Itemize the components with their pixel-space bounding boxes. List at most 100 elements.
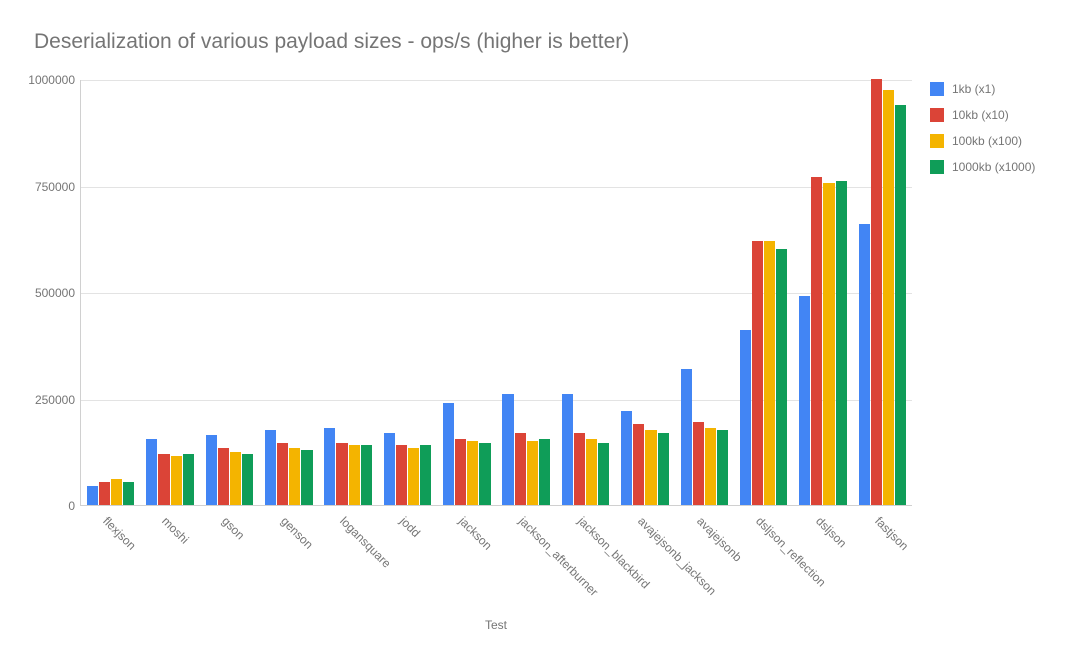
category-slot [140,80,199,505]
x-tick-label: jackson [456,514,495,553]
bar [693,422,704,505]
bar [277,443,288,505]
bar-group [146,80,194,505]
bar [206,435,217,505]
category-slot [318,80,377,505]
x-tick-label: moshi [159,514,192,547]
legend: 1kb (x1) 10kb (x10) 100kb (x100) 1000kb (x1… [930,76,1035,180]
bar [146,439,157,505]
bar [645,430,656,505]
bar [836,181,847,505]
category-slot [81,80,140,505]
y-tick-label: 0 [68,499,81,513]
legend-label: 100kb (x100) [952,134,1022,148]
bar [527,441,538,505]
y-tick-label: 250000 [35,393,81,407]
bar-group [502,80,550,505]
category-slot [615,80,674,505]
bar [111,479,122,505]
bar [158,454,169,505]
bar [799,296,810,505]
plot-area: 02500005000007500001000000 [80,80,912,506]
category-slot [734,80,793,505]
legend-item: 10kb (x10) [930,102,1035,128]
bar [883,90,894,505]
x-tick-label: fastjson [872,514,911,553]
legend-label: 1kb (x1) [952,82,995,96]
x-tick-label: flexjson [100,514,139,553]
bar [502,394,513,505]
bar [230,452,241,505]
bar [420,445,431,505]
legend-item: 100kb (x100) [930,128,1035,154]
bar [408,448,419,506]
bar [515,433,526,505]
bar [823,183,834,505]
legend-item: 1000kb (x1000) [930,154,1035,180]
bar-group [265,80,313,505]
legend-swatch [930,134,944,148]
category-slot [200,80,259,505]
category-slot [556,80,615,505]
x-axis-title: Test [80,618,912,632]
bar [705,428,716,505]
legend-item: 1kb (x1) [930,76,1035,102]
legend-label: 1000kb (x1000) [952,160,1035,174]
bar [349,445,360,505]
bar [658,433,669,505]
bar [242,454,253,505]
bar-group [384,80,432,505]
bar [859,224,870,505]
bar [384,433,395,505]
bar [301,450,312,505]
bar-group [443,80,491,505]
bar-group [87,80,135,505]
bar-group [740,80,788,505]
legend-label: 10kb (x10) [952,108,1009,122]
bar [183,454,194,505]
bar [443,403,454,505]
legend-swatch [930,108,944,122]
y-tick-label: 750000 [35,180,81,194]
bar [811,177,822,505]
bar-group [799,80,847,505]
bar-groups [81,80,912,505]
bar [336,443,347,505]
bar [123,482,134,505]
bar [479,443,490,505]
legend-swatch [930,160,944,174]
category-slot [675,80,734,505]
bar [539,439,550,505]
category-slot [793,80,852,505]
bar [171,456,182,505]
bar [681,369,692,505]
bar [752,241,763,505]
bar-group [681,80,729,505]
category-slot [853,80,912,505]
bar [455,439,466,505]
category-slot [259,80,318,505]
bar [776,249,787,505]
bar-group [206,80,254,505]
bar [467,441,478,505]
bar-group [859,80,907,505]
bar [740,330,751,505]
bar [633,424,644,505]
bar [574,433,585,505]
bar [764,241,775,505]
bar [621,411,632,505]
category-slot [497,80,556,505]
bar [87,486,98,505]
bar [265,430,276,505]
y-tick-label: 500000 [35,286,81,300]
bar [218,448,229,506]
category-slot [378,80,437,505]
x-tick-label: genson [278,514,316,552]
category-slot [437,80,496,505]
bar-group [621,80,669,505]
bar-group [562,80,610,505]
bar [871,79,882,505]
bar [99,482,110,505]
bar [598,443,609,505]
x-tick-label: logansquare [337,514,394,571]
